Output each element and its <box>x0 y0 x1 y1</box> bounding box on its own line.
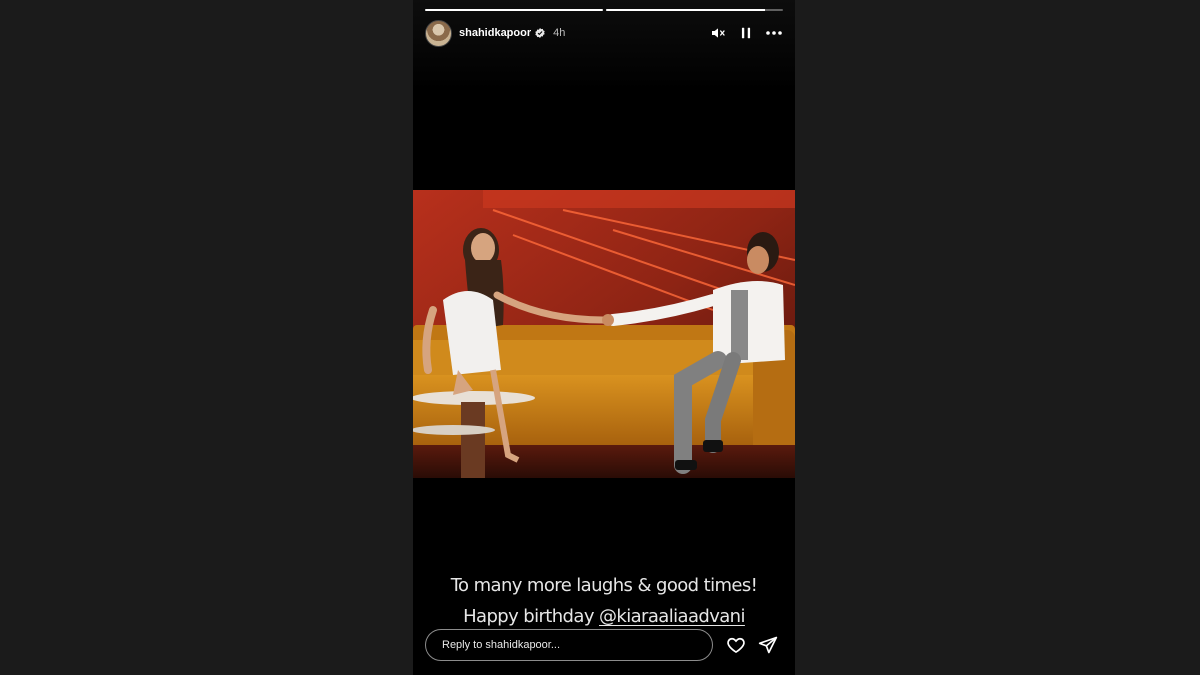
progress-fill <box>605 9 766 11</box>
avatar[interactable] <box>425 19 452 47</box>
caption-line-2: Happy birthday @kiaraaliaadvani <box>413 606 795 627</box>
share-button[interactable] <box>757 634 779 656</box>
story-header: shahidkapoor 4h <box>425 19 783 47</box>
page: shahidkapoor 4h To many more laughs & go… <box>0 0 1200 675</box>
reply-input[interactable] <box>425 629 713 661</box>
heart-icon <box>727 637 745 654</box>
pause-button[interactable] <box>737 24 755 42</box>
pause-icon <box>741 27 751 39</box>
send-icon <box>758 636 778 654</box>
verified-badge-icon <box>535 28 545 38</box>
progress-segment <box>605 9 783 11</box>
more-options-icon <box>766 31 782 35</box>
mute-button[interactable] <box>709 24 727 42</box>
story-footer <box>425 628 783 662</box>
mention-link[interactable]: @kiaraaliaadvani <box>599 606 746 627</box>
like-button[interactable] <box>725 634 747 656</box>
caption-text: Happy birthday <box>463 606 599 627</box>
story-progress <box>425 9 783 11</box>
story-photo <box>413 190 795 478</box>
header-actions <box>709 24 783 42</box>
speaker-muted-icon <box>712 28 725 38</box>
caption-line-1: To many more laughs & good times! <box>450 575 758 596</box>
story-viewer[interactable]: shahidkapoor 4h To many more laughs & go… <box>413 0 795 675</box>
progress-fill <box>425 9 603 11</box>
progress-segment <box>425 9 603 11</box>
story-time: 4h <box>553 27 566 39</box>
more-options-button[interactable] <box>765 24 783 42</box>
username[interactable]: shahidkapoor <box>459 27 531 39</box>
story-image <box>413 190 795 478</box>
